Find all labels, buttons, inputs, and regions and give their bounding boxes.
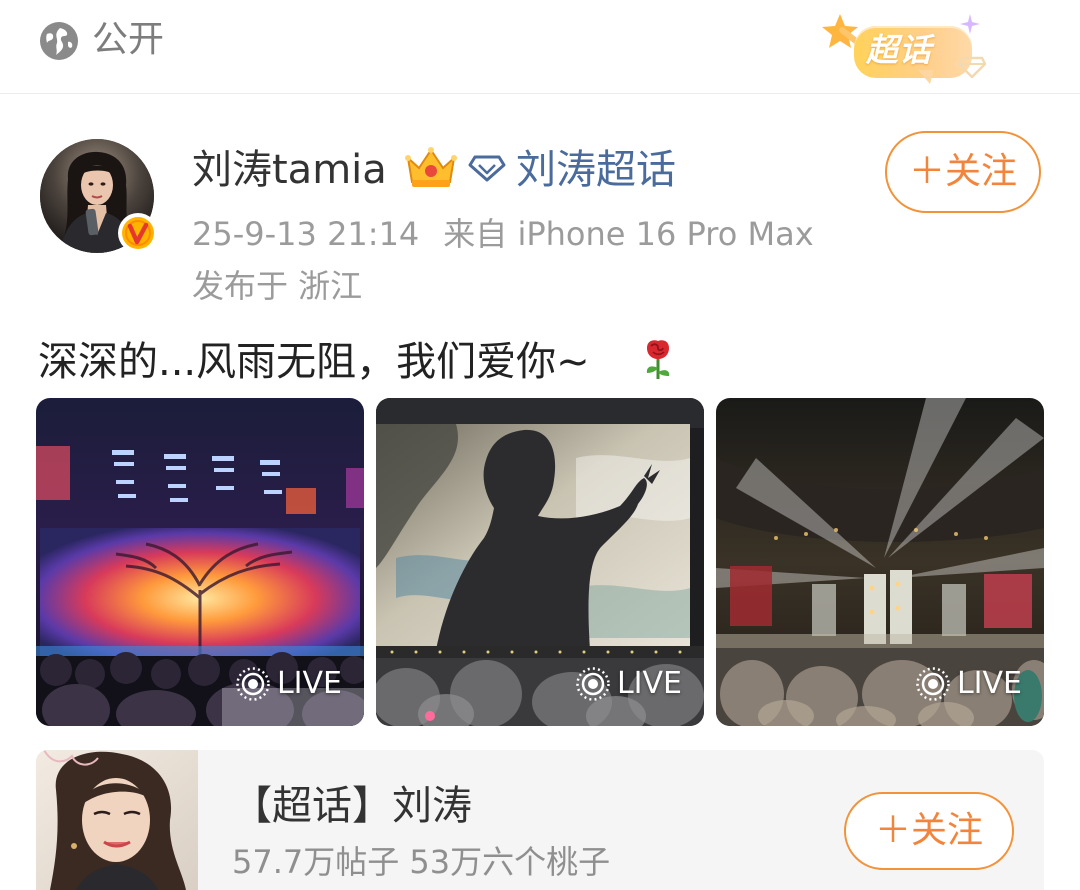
post-photo-2[interactable]: LIVE [376,398,704,726]
top-bar: 公开 超话 [0,0,1080,94]
live-photo-icon [576,667,610,701]
supertopic-title: 【超话】刘涛 [232,783,472,829]
post-source: 来自 iPhone 16 Pro Max [443,215,814,253]
post-photo-1[interactable]: LIVE [36,398,364,726]
live-label: LIVE [956,666,1022,701]
badge-label: 超话 [866,31,933,69]
crown-level-icon[interactable] [404,144,458,190]
live-badge: LIVE [915,664,1022,704]
follow-supertopic-button[interactable]: ＋关注 [844,792,1014,870]
author-name[interactable]: 刘涛tamia [192,142,387,198]
supertopic-thumbnail [36,750,198,890]
visibility-label: 公开 [92,19,165,60]
live-label: LIVE [616,666,682,701]
vip-v-badge-icon [118,213,158,253]
live-label: LIVE [276,666,342,701]
badge-bubble-tail [918,70,934,84]
rose-icon [646,340,670,379]
supertopic-badge[interactable]: 超话 [822,12,992,88]
supertopic-card[interactable]: 【超话】刘涛 57.7万帖子 53万六个桃子 ＋关注 [36,750,1044,890]
supertopic-link[interactable]: 刘涛超话 [516,142,676,198]
live-badge: LIVE [575,664,682,704]
live-photo-icon [916,667,950,701]
supertopic-stats: 57.7万帖子 53万六个桃子 [232,843,611,881]
post-photo-3[interactable]: LIVE [716,398,1044,726]
post-timestamp: 25-9-13 21:14 [192,215,420,253]
supertopic-cover-image [36,750,198,890]
post-meta: 25-9-13 21:14 来自 iPhone 16 Pro Max [192,212,814,256]
post-location: 发布于 浙江 [192,267,363,305]
diamond-icon [958,56,986,78]
post-text: 深深的...风雨无阻，我们爱你~ [38,339,590,385]
sparkle-icon [960,14,980,34]
diamond-icon[interactable] [468,154,506,182]
globe-icon [40,22,78,60]
live-photo-icon [236,667,270,701]
live-badge: LIVE [235,664,342,704]
follow-author-button[interactable]: ＋关注 [885,131,1041,213]
